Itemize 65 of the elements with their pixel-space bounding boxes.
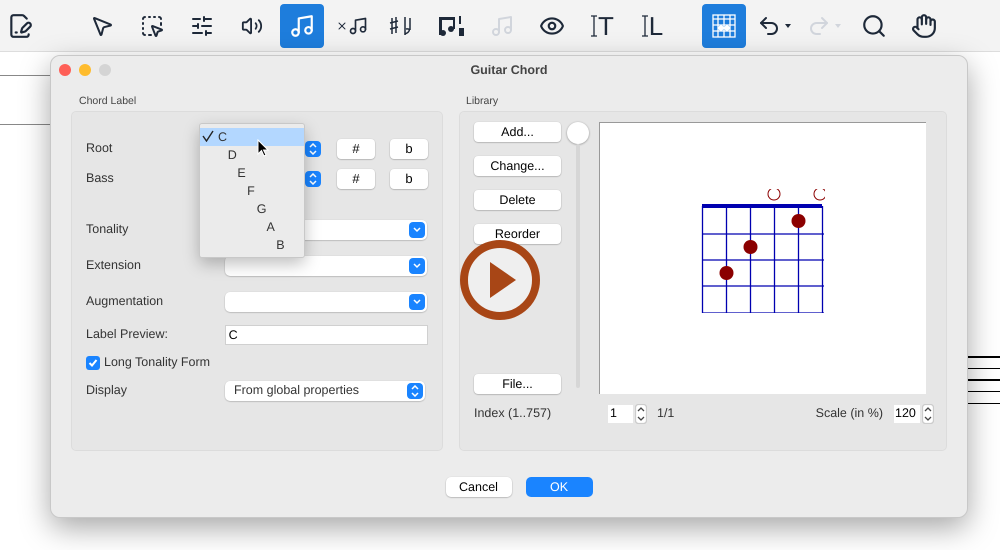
cancel-button[interactable]: Cancel xyxy=(446,476,512,497)
selection-icon xyxy=(140,14,164,38)
text-tool-label: T xyxy=(598,12,614,38)
menu-item[interactable]: C xyxy=(200,128,304,146)
text-tool-label: L xyxy=(648,12,664,38)
menu-item[interactable]: F xyxy=(200,182,304,200)
menu-item[interactable]: D xyxy=(200,146,304,164)
hand-icon xyxy=(911,12,937,38)
library-button[interactable]: Add... xyxy=(474,122,561,142)
ok-button[interactable]: OK xyxy=(526,476,592,497)
sharp-button[interactable]: # xyxy=(337,138,375,159)
menu-item[interactable]: E xyxy=(200,164,304,182)
chevron-down-icon xyxy=(409,258,425,274)
index-label: Index (1..757) xyxy=(474,405,552,422)
toolbar-button[interactable]: L xyxy=(630,4,674,48)
note-x-icon xyxy=(336,16,368,36)
menu-item[interactable]: A xyxy=(200,218,304,236)
stepper-icon[interactable] xyxy=(922,404,934,424)
sliders-icon xyxy=(190,14,214,38)
window-title: Guitar Chord xyxy=(470,62,548,79)
chevron-down-icon xyxy=(409,294,425,310)
library-button[interactable]: Change... xyxy=(474,156,561,176)
field-label: Label Preview: xyxy=(86,326,169,344)
flat-button[interactable]: b xyxy=(390,168,428,189)
checkmark-icon xyxy=(202,130,214,142)
dropdown[interactable] xyxy=(225,256,427,276)
chevron-down-icon xyxy=(409,222,425,238)
field-label: Extension xyxy=(86,257,142,274)
field-label: Root xyxy=(86,140,114,158)
flat-button[interactable]: b xyxy=(390,138,428,159)
scale-field[interactable]: 120 xyxy=(894,404,920,423)
stepper-arrows-icon xyxy=(305,140,321,157)
note-icon xyxy=(289,12,315,38)
index-field[interactable]: 1 xyxy=(608,404,633,423)
close-button[interactable] xyxy=(59,64,71,76)
menu-item[interactable]: G xyxy=(200,200,304,218)
slider-thumb[interactable] xyxy=(567,122,589,144)
checkbox-label: Long Tonality Form xyxy=(104,354,210,372)
sharp-button[interactable]: # xyxy=(337,168,375,189)
group-title: Library xyxy=(465,94,500,109)
scale-label: Scale (in %) xyxy=(816,405,883,422)
note-icon xyxy=(490,14,514,38)
dropdown[interactable]: From global properties xyxy=(225,380,425,401)
file-button[interactable]: File... xyxy=(474,374,561,394)
text-cursor-icon xyxy=(640,14,649,36)
group-title: Chord Label xyxy=(78,94,138,109)
stepper-arrows-icon xyxy=(305,170,321,187)
search-icon xyxy=(861,12,887,38)
stepper-icon[interactable] xyxy=(635,404,647,424)
library-button[interactable]: Reorder xyxy=(474,224,561,244)
library-button[interactable]: Delete xyxy=(474,190,561,210)
input-field[interactable]: C xyxy=(224,324,428,345)
field-label: Augmentation xyxy=(86,293,164,310)
chord-grid-icon xyxy=(710,12,738,40)
toolbar-button[interactable]: T xyxy=(580,4,624,48)
field-label: Bass xyxy=(86,170,115,188)
field-label: Display xyxy=(86,382,128,400)
field-label: Tonality xyxy=(86,221,130,238)
page-count: 1/1 xyxy=(657,405,674,422)
checkbox[interactable] xyxy=(86,356,100,370)
menu-item[interactable]: B xyxy=(200,236,304,254)
cursor-icon xyxy=(257,139,269,157)
stepper-arrows-icon xyxy=(407,382,423,399)
dropdown[interactable] xyxy=(225,292,427,312)
text-cursor-icon xyxy=(590,14,598,36)
